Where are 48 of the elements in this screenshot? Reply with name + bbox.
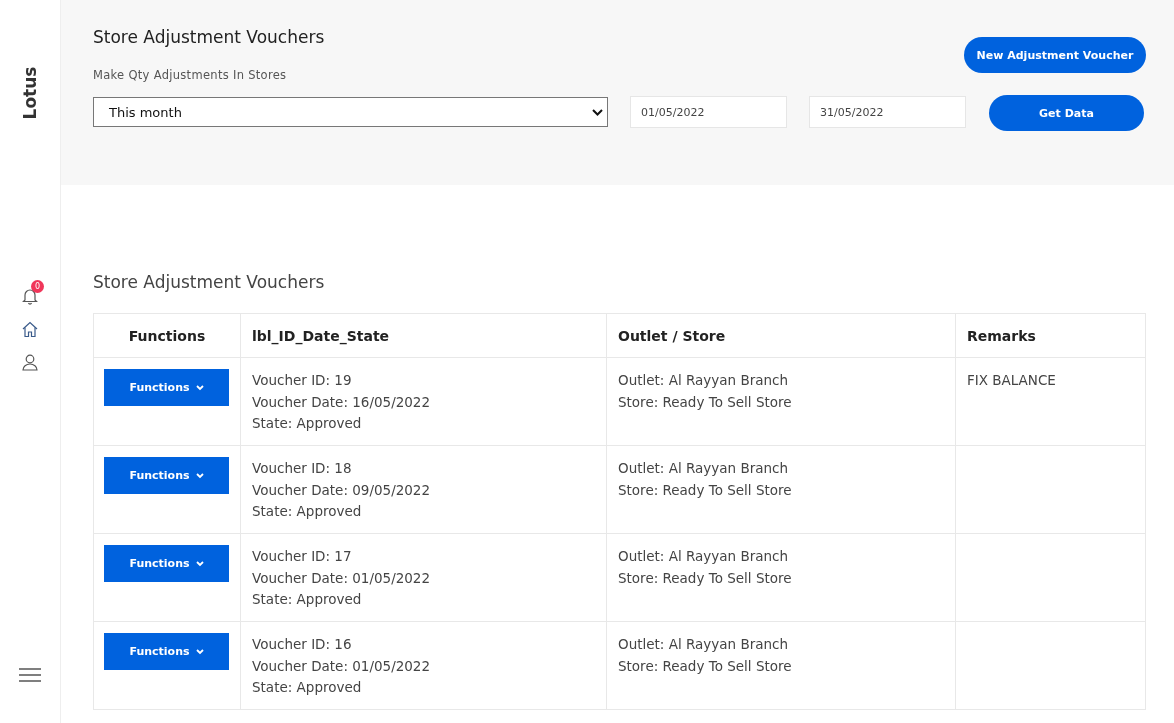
date-to-field[interactable]: 31/05/2022 — [809, 96, 966, 128]
store-text: Store: Ready To Sell Store — [618, 480, 793, 500]
voucher-state-text: State: Approved — [252, 678, 363, 697]
voucher-id-text: Voucher ID: 16 — [252, 635, 353, 654]
menu-icon[interactable] — [19, 668, 41, 682]
outlet-text: Outlet: Al Rayyan Branch — [618, 635, 789, 654]
section-title: Store Adjustment Vouchers — [93, 272, 326, 292]
column-header: lbl_ID_Date_State — [240, 313, 607, 358]
chevron-down-icon — [195, 384, 204, 391]
page-subtitle: Make Qty Adjustments In Stores — [93, 68, 288, 82]
column-header: Functions — [93, 313, 241, 358]
store-text: Store: Ready To Sell Store — [618, 568, 793, 588]
column-header: Remarks — [955, 313, 1146, 358]
new-voucher-button[interactable]: New Adjustment Voucher — [964, 37, 1146, 73]
voucher-date-text: Voucher Date: 01/05/2022 — [252, 568, 432, 588]
brand-logo[interactable]: Lotus — [20, 66, 40, 120]
voucher-id-text: Voucher ID: 19 — [252, 371, 353, 390]
user-icon[interactable] — [22, 354, 38, 371]
chevron-down-icon — [195, 648, 204, 655]
voucher-date-text: Voucher Date: 09/05/2022 — [252, 480, 432, 500]
chevron-down-icon — [592, 108, 603, 116]
voucher-id-text: Voucher ID: 18 — [252, 459, 353, 478]
outlet-text: Outlet: Al Rayyan Branch — [618, 547, 789, 566]
date-from-field[interactable]: 01/05/2022 — [630, 96, 787, 128]
voucher-date-text: Voucher Date: 01/05/2022 — [252, 656, 432, 676]
functions-dropdown-button[interactable]: Functions — [104, 545, 229, 582]
home-icon[interactable] — [22, 321, 38, 338]
notification-badge: 0 — [31, 280, 44, 293]
voucher-date-text: Voucher Date: 16/05/2022 — [252, 392, 432, 412]
remarks-text: FIX BALANCE — [967, 371, 1057, 390]
store-text: Store: Ready To Sell Store — [618, 656, 793, 676]
column-header: Outlet / Store — [606, 313, 956, 358]
functions-dropdown-button[interactable]: Functions — [104, 633, 229, 670]
outlet-text: Outlet: Al Rayyan Branch — [618, 371, 789, 390]
outlet-text: Outlet: Al Rayyan Branch — [618, 459, 789, 478]
functions-dropdown-button[interactable]: Functions — [104, 369, 229, 406]
page-title: Store Adjustment Vouchers — [93, 27, 325, 47]
voucher-state-text: State: Approved — [252, 590, 363, 609]
chevron-down-icon — [195, 560, 204, 567]
chevron-down-icon — [195, 472, 204, 479]
period-select[interactable]: This month — [93, 97, 608, 127]
voucher-state-text: State: Approved — [252, 502, 363, 521]
bell-icon[interactable] — [22, 288, 38, 305]
voucher-state-text: State: Approved — [252, 414, 363, 433]
get-data-button[interactable]: Get Data — [989, 95, 1144, 131]
store-text: Store: Ready To Sell Store — [618, 392, 793, 412]
voucher-id-text: Voucher ID: 17 — [252, 547, 353, 566]
functions-dropdown-button[interactable]: Functions — [104, 457, 229, 494]
